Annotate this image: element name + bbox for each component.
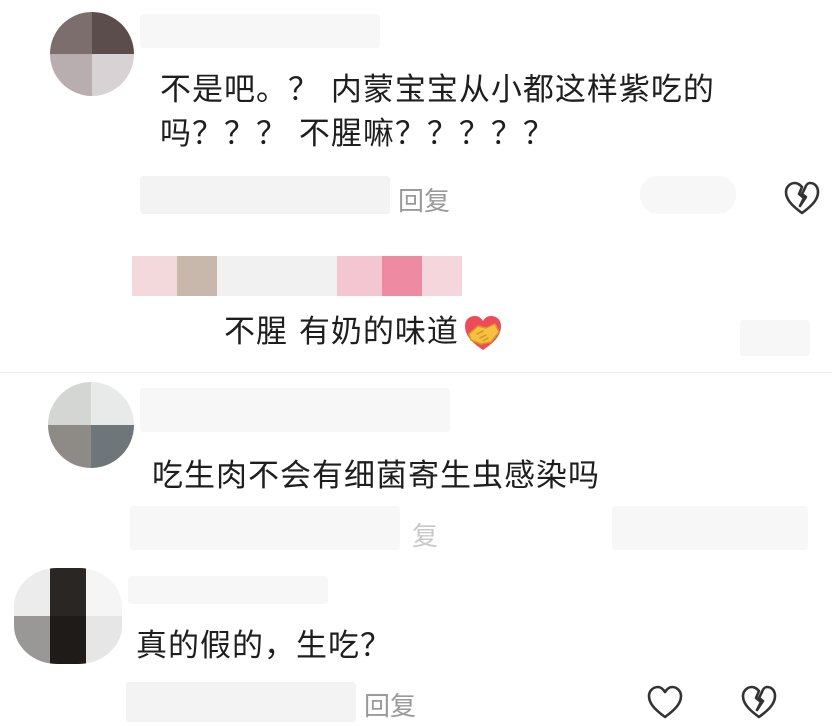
broken-heart-icon[interactable] xyxy=(783,180,821,216)
reply-actions-blurred xyxy=(740,320,810,356)
reply-comment-text: 不腥 有奶的味道 xyxy=(224,310,505,354)
timestamp-blurred xyxy=(130,506,400,550)
heart-outline-icon[interactable] xyxy=(646,684,684,720)
reply-button[interactable]: 回复 xyxy=(364,686,416,723)
reply-button[interactable]: 回复 xyxy=(398,181,450,218)
avatar[interactable] xyxy=(50,12,134,96)
reply-button[interactable]: 复 xyxy=(412,516,438,553)
like-actions-blurred xyxy=(612,506,808,550)
avatar[interactable] xyxy=(14,568,122,664)
username-blurred xyxy=(140,388,450,432)
comment-text: 真的假的，生吃？ xyxy=(136,628,392,664)
timestamp-blurred xyxy=(140,176,390,214)
comment-text: 吃生肉不会有细菌寄生虫感染吗 xyxy=(152,458,600,494)
divider xyxy=(0,372,832,373)
like-count-blurred xyxy=(640,176,736,214)
timestamp-blurred xyxy=(126,682,356,722)
handshake-emoji xyxy=(464,316,501,350)
comment-text: 不是吧。？ 内蒙宝宝从小都这样紫吃的 吗？？？ 不腥嘛？？？？？ xyxy=(160,72,715,152)
avatar[interactable] xyxy=(48,382,134,468)
username-blurred xyxy=(128,576,328,604)
broken-heart-icon[interactable] xyxy=(740,684,778,720)
username-blurred xyxy=(140,14,380,48)
reply-name-blurred xyxy=(132,256,462,296)
